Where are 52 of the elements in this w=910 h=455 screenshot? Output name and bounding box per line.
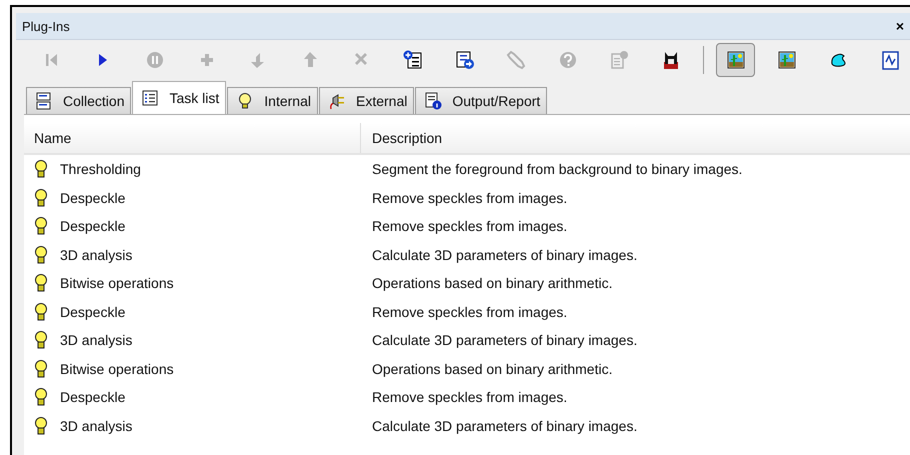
pause-icon — [144, 50, 165, 70]
help-icon — [558, 50, 578, 70]
light-bulb-icon — [34, 188, 48, 207]
document-question-icon — [609, 50, 630, 70]
task-description: Calculate 3D parameters of binary images. — [372, 332, 638, 348]
task-name: 3D analysis — [60, 246, 132, 263]
task-description: Operations based on binary arithmetic. — [372, 360, 612, 377]
cactus-picture-icon — [726, 50, 746, 70]
close-button[interactable]: × — [896, 18, 904, 34]
column-header[interactable]: Name — [24, 123, 361, 153]
task-name: Despeckle — [60, 304, 126, 320]
panel-title: Plug-Ins — [22, 18, 70, 34]
task-description: Remove speckles from images. — [372, 389, 568, 406]
tab[interactable]: Internal — [227, 87, 318, 114]
tab[interactable]: Task list — [132, 81, 226, 114]
document-info-icon — [424, 92, 442, 110]
light-bulb-icon — [34, 217, 48, 236]
light-bulb-icon — [34, 360, 48, 378]
task-name: Thresholding — [60, 161, 141, 178]
task-description: Remove speckles from images. — [372, 190, 568, 206]
task-name: Bitwise operations — [60, 360, 174, 377]
task-description: Operations based on binary arithmetic. — [372, 275, 612, 292]
task-description: Calculate 3D parameters of binary images. — [372, 246, 638, 263]
task-name: Bitwise operations — [60, 275, 174, 292]
column-header[interactable]: Description — [361, 123, 910, 153]
chart-icon — [880, 50, 900, 70]
task-name: Despeckle — [60, 190, 126, 206]
light-bulb-icon — [34, 246, 48, 264]
list-plus-icon — [402, 50, 423, 70]
task-name: Despeckle — [60, 389, 126, 406]
tab[interactable]: Output/Report — [415, 87, 548, 114]
toolbar-button[interactable] — [716, 43, 756, 77]
task-name: Despeckle — [60, 218, 126, 234]
light-bulb-icon — [34, 160, 48, 178]
task-description: Remove speckles from images. — [372, 218, 568, 234]
task-name: 3D analysis — [60, 418, 132, 434]
list-icon — [141, 89, 160, 107]
light-bulb-icon — [34, 416, 48, 435]
task-description: Remove speckles from images. — [372, 304, 568, 320]
light-bulb-icon — [34, 302, 48, 321]
cactus-picture-icon — [777, 50, 798, 70]
stacked-list-icon — [35, 92, 53, 110]
light-bulb-icon — [34, 274, 48, 292]
tab[interactable]: Collection — [26, 87, 132, 114]
tab[interactable]: External — [318, 87, 414, 114]
task-description: Segment the foreground from background to binary images. — [372, 161, 742, 178]
task-name: 3D analysis — [60, 332, 132, 348]
list-arrow-icon — [454, 50, 475, 70]
plug-icon — [328, 92, 346, 110]
light-bulb-icon — [34, 388, 48, 406]
light-bulb-icon — [34, 331, 48, 350]
task-description: Calculate 3D parameters of binary images. — [372, 418, 638, 434]
